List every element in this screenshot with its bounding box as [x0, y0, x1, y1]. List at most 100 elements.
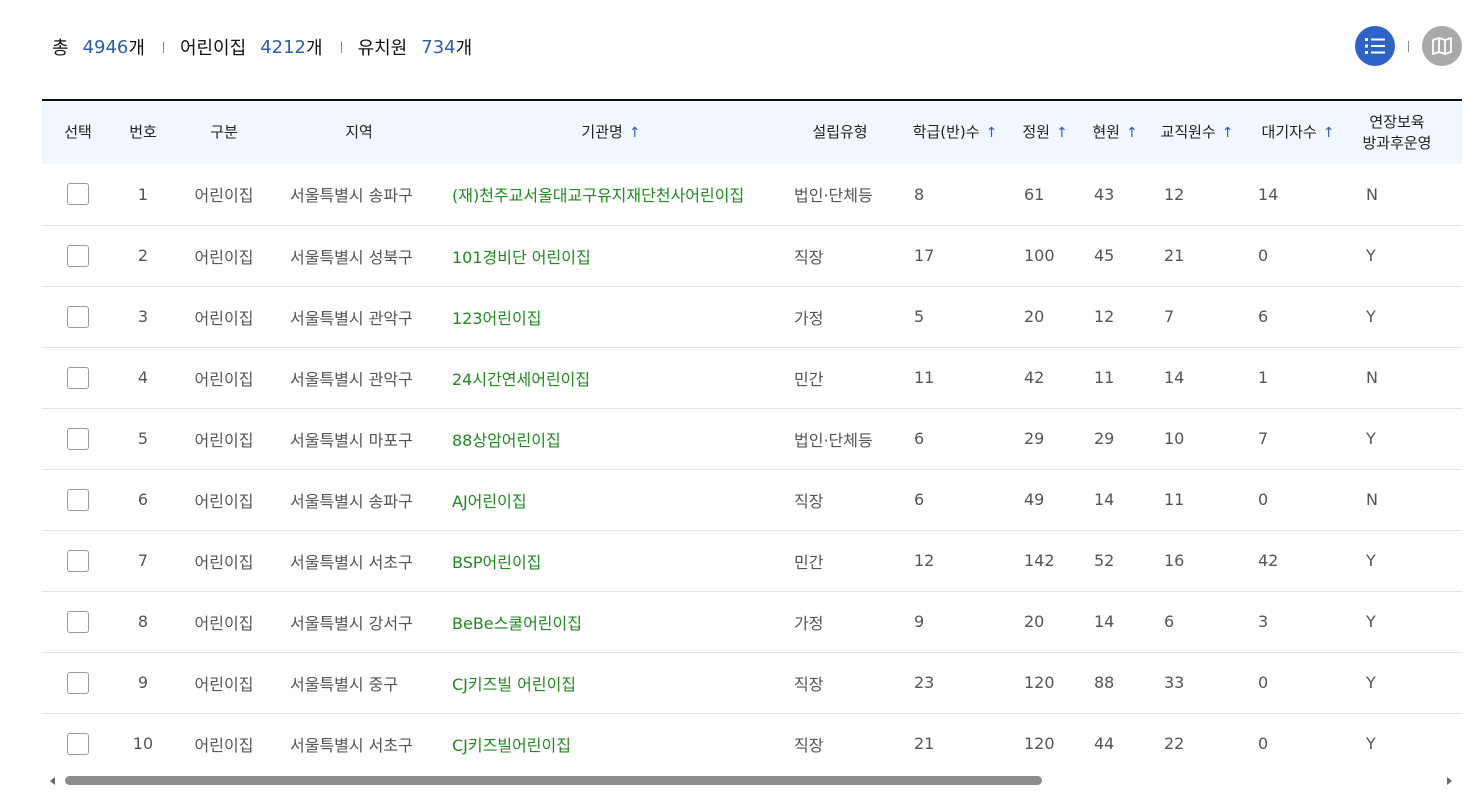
header-staff[interactable]: 교직원수 ↑ [1150, 101, 1244, 164]
row-waiting: 0 [1258, 734, 1269, 753]
row-select-cell [42, 408, 114, 469]
table-row: 3 어린이집 서울특별시 관악구 123어린이집 가정 5 20 12 7 6 Y [42, 286, 1462, 347]
row-number: 7 [137, 551, 149, 570]
row-extended-care: N [1366, 184, 1378, 204]
row-waiting: 6 [1258, 307, 1269, 326]
table-row: 10 어린이집 서울특별시 서초구 CJ키즈빌어린이집 직장 21 120 44 22 0 Y [42, 713, 1462, 774]
table-row: 2 어린이집 서울특별시 성북구 101경비단 어린이집 직장 17 100 45 21 0 Y [42, 225, 1462, 286]
row-select-cell [42, 347, 114, 408]
facility-table-container[interactable]: 선택 번호 구분 지역 기관명 ↑ 설립유형 학급(반)수 ↑ 정원 ↑ 현원 ↑ 교직… [42, 99, 1462, 774]
row-capacity: 120 [1024, 673, 1055, 692]
row-select-cell [42, 225, 114, 286]
row-facility-name[interactable]: 24시간연세어린이집 [442, 347, 780, 408]
row-type: 어린이집 [194, 491, 254, 511]
header-name[interactable]: 기관명 ↑ [442, 101, 780, 164]
row-overflow-cell [1442, 652, 1462, 713]
row-number: 5 [137, 429, 149, 448]
summary-divider [340, 41, 342, 53]
table-row: 8 어린이집 서울특별시 강서구 BeBe스쿨어린이집 가정 9 20 14 6 3 Y [42, 591, 1462, 652]
row-select-checkbox[interactable] [67, 427, 89, 450]
list-view-button[interactable] [1355, 26, 1395, 66]
row-facility-name[interactable]: 88상암어린이집 [442, 408, 780, 469]
header-classes[interactable]: 학급(반)수 ↑ [900, 101, 1010, 164]
row-select-checkbox[interactable] [67, 549, 89, 572]
row-classes: 23 [914, 673, 935, 692]
header-name-label: 기관명 [581, 122, 623, 141]
row-founding-type: 직장 [794, 247, 824, 267]
row-capacity: 142 [1024, 551, 1055, 570]
header-extended-line1: 연장보육 [1369, 112, 1425, 131]
row-extended-care: Y [1366, 673, 1376, 692]
row-current: 11 [1094, 368, 1115, 387]
row-facility-name[interactable]: (재)천주교서울대교구유지재단천사어린이집 [442, 164, 780, 225]
sort-arrow-icon: ↑ [1125, 124, 1138, 141]
daycare-unit: 개 [306, 38, 323, 59]
row-waiting: 14 [1258, 184, 1279, 204]
row-extended-care: N [1366, 490, 1378, 509]
row-overflow-cell [1442, 591, 1462, 652]
row-current: 14 [1094, 490, 1115, 509]
row-type: 어린이집 [194, 308, 254, 328]
row-facility-name[interactable]: CJ키즈빌 어린이집 [442, 652, 780, 713]
row-staff: 7 [1164, 307, 1175, 326]
row-number: 10 [132, 734, 154, 753]
row-current: 52 [1094, 551, 1115, 570]
row-type: 어린이집 [194, 186, 254, 206]
row-facility-name[interactable]: BSP어린이집 [442, 530, 780, 591]
row-capacity: 29 [1024, 429, 1045, 448]
header-number: 번호 [129, 123, 157, 141]
row-facility-name[interactable]: AJ어린이집 [442, 469, 780, 530]
sort-arrow-icon: ↑ [1221, 124, 1234, 141]
header-extended-care: 연장보육 방과후운영 [1352, 101, 1442, 164]
view-divider [1408, 40, 1409, 52]
scroll-right-arrow-icon[interactable] [1447, 777, 1452, 785]
row-founding-type: 법인·단체등 [794, 186, 873, 206]
horizontal-scrollbar[interactable] [42, 773, 1462, 789]
sort-arrow-icon: ↑ [1055, 124, 1068, 141]
row-select-checkbox[interactable] [67, 305, 89, 328]
header-staff-label: 교직원수 [1160, 122, 1216, 141]
header-current-label: 현원 [1092, 122, 1120, 141]
row-capacity: 20 [1024, 612, 1045, 631]
row-region: 서울특별시 서초구 [290, 552, 413, 572]
row-classes: 9 [914, 612, 925, 631]
row-current: 44 [1094, 734, 1115, 753]
row-region: 서울특별시 중구 [290, 674, 399, 694]
header-capacity[interactable]: 정원 ↑ [1010, 101, 1080, 164]
total-unit: 개 [128, 38, 145, 59]
row-select-cell [42, 713, 114, 774]
row-current: 29 [1094, 429, 1115, 448]
header-waiting[interactable]: 대기자수 ↑ [1244, 101, 1352, 164]
row-overflow-cell [1442, 530, 1462, 591]
scroll-left-arrow-icon[interactable] [50, 777, 55, 785]
row-classes: 6 [914, 429, 925, 448]
row-select-checkbox[interactable] [67, 366, 89, 389]
row-number: 4 [137, 368, 149, 387]
table-row: 7 어린이집 서울특별시 서초구 BSP어린이집 민간 12 142 52 16 42 Y [42, 530, 1462, 591]
row-select-checkbox[interactable] [67, 488, 89, 511]
row-current: 12 [1094, 307, 1115, 326]
row-facility-name[interactable]: CJ키즈빌어린이집 [442, 713, 780, 774]
row-select-checkbox[interactable] [67, 244, 89, 267]
row-facility-name[interactable]: 101경비단 어린이집 [442, 225, 780, 286]
map-view-button[interactable] [1422, 26, 1462, 66]
row-select-checkbox[interactable] [67, 732, 89, 755]
row-classes: 17 [914, 246, 935, 265]
row-facility-name[interactable]: BeBe스쿨어린이집 [442, 591, 780, 652]
row-facility-name[interactable]: 123어린이집 [442, 286, 780, 347]
row-select-checkbox[interactable] [67, 183, 89, 206]
scrollbar-thumb[interactable] [65, 776, 1042, 785]
row-select-checkbox[interactable] [67, 671, 89, 694]
row-select-checkbox[interactable] [67, 610, 89, 633]
row-overflow-cell [1442, 286, 1462, 347]
header-current[interactable]: 현원 ↑ [1080, 101, 1150, 164]
row-extended-care: Y [1366, 429, 1376, 448]
row-classes: 5 [914, 307, 925, 326]
row-select-cell [42, 652, 114, 713]
row-extended-care: Y [1366, 307, 1376, 326]
header-region: 지역 [345, 123, 373, 141]
row-overflow-cell [1442, 408, 1462, 469]
row-extended-care: Y [1366, 734, 1376, 753]
header-founding-type: 설립유형 [812, 123, 868, 141]
row-waiting: 0 [1258, 246, 1269, 265]
